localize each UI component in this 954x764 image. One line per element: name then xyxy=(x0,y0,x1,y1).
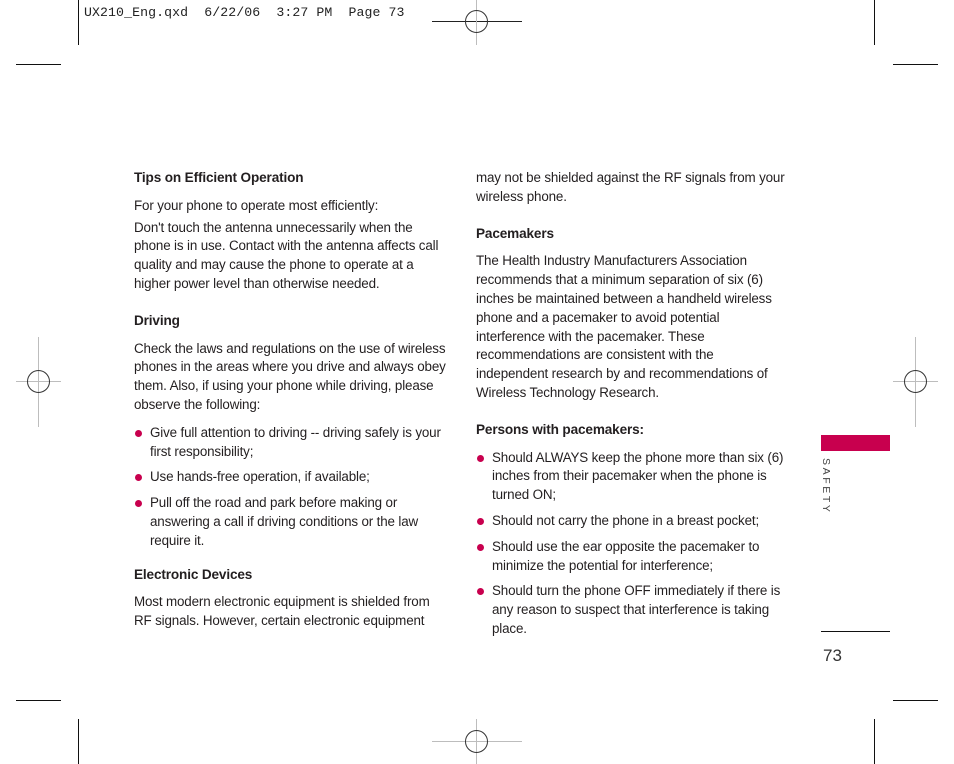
section-heading-pacemakers: Pacemakers xyxy=(476,225,554,241)
list-item: Should ALWAYS keep the phone more than s… xyxy=(476,449,788,505)
driving-body: Check the laws and regulations on the us… xyxy=(134,340,446,412)
list-item-text: Should not carry the phone in a breast p… xyxy=(492,512,760,528)
page-number-rule xyxy=(821,631,890,632)
registration-circle xyxy=(904,370,927,393)
driving-bullet-list: Give full attention to driving -- drivin… xyxy=(134,424,446,551)
section-heading-persons-with-pacemakers: Persons with pacemakers: xyxy=(476,421,644,437)
list-item: Should not carry the phone in a breast p… xyxy=(476,512,788,531)
list-item: Should turn the phone OFF immediately if… xyxy=(476,582,788,638)
left-column: Tips on Efficient Operation For your pho… xyxy=(134,169,446,640)
list-item-text: Should ALWAYS keep the phone more than s… xyxy=(492,449,784,503)
print-slug-line: UX210_Eng.qxd 6/22/06 3:27 PM Page 73 xyxy=(84,5,405,20)
section-tab-label: SAFETY xyxy=(820,458,832,515)
pacemakers-body: The Health Industry Manufacturers Associ… xyxy=(476,253,772,400)
registration-circle xyxy=(27,370,50,393)
registration-circle xyxy=(465,10,488,33)
bullet-icon xyxy=(477,543,484,551)
bullet-icon xyxy=(477,517,484,525)
crop-mark-bottom-right-horizontal xyxy=(893,700,938,701)
list-item: Pull off the road and park before making… xyxy=(134,494,446,550)
list-item: Give full attention to driving -- drivin… xyxy=(134,424,446,462)
right-column: may not be shielded against the RF signa… xyxy=(476,169,788,646)
continued-text: may not be shielded against the RF signa… xyxy=(476,170,785,204)
crop-mark-top-left-horizontal xyxy=(16,64,61,65)
pacemaker-bullet-list: Should ALWAYS keep the phone more than s… xyxy=(476,449,788,639)
list-item-text: Should turn the phone OFF immediately if… xyxy=(492,583,781,636)
section-heading-electronic-devices: Electronic Devices xyxy=(134,566,253,582)
list-item-text: Give full attention to driving -- drivin… xyxy=(150,424,441,459)
crop-mark-top-right-vertical xyxy=(874,0,875,45)
list-item-text: Should use the ear opposite the pacemake… xyxy=(492,538,760,573)
list-item-text: Use hands-free operation, if available; xyxy=(150,469,370,485)
crop-mark-bottom-left-vertical xyxy=(78,719,79,764)
bullet-icon xyxy=(135,429,142,437)
bullet-icon xyxy=(477,588,484,596)
section-heading-tips: Tips on Efficient Operation xyxy=(134,170,304,185)
crop-mark-bottom-left-horizontal xyxy=(16,700,61,701)
tips-body: Don't touch the antenna unnecessarily wh… xyxy=(134,219,439,291)
section-tab-bar xyxy=(821,435,890,451)
crop-mark-top-left-vertical xyxy=(78,0,79,45)
bullet-icon xyxy=(135,500,142,508)
tips-intro: For your phone to operate most efficient… xyxy=(134,197,379,213)
registration-circle xyxy=(465,730,488,753)
list-item-text: Pull off the road and park before making… xyxy=(150,495,419,548)
electronic-devices-body: Most modern electronic equipment is shie… xyxy=(134,594,430,629)
crop-mark-bottom-right-vertical xyxy=(874,719,875,764)
list-item: Use hands-free operation, if available; xyxy=(134,468,446,487)
bullet-icon xyxy=(477,454,484,462)
section-heading-driving: Driving xyxy=(134,312,180,328)
list-item: Should use the ear opposite the pacemake… xyxy=(476,538,788,576)
bullet-icon xyxy=(135,474,142,482)
page-number: 73 xyxy=(823,646,842,665)
crop-mark-top-right-horizontal xyxy=(893,64,938,65)
